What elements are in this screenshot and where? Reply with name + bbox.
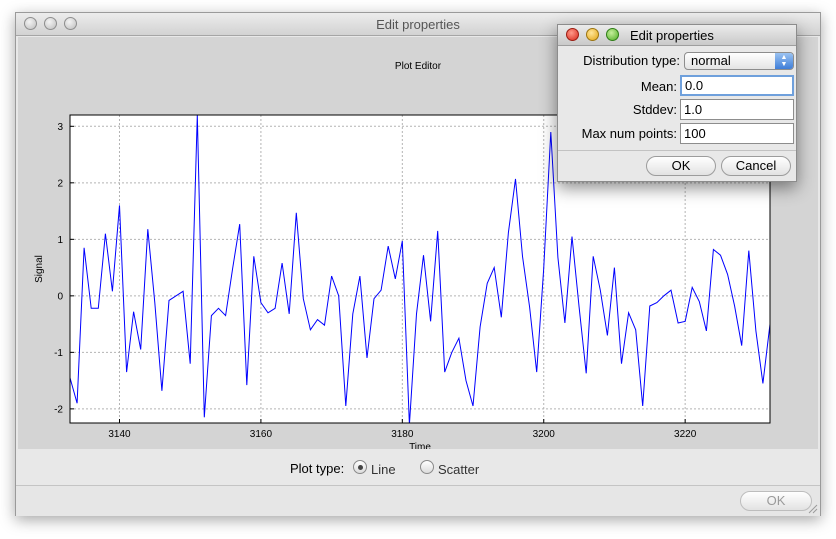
scatter-radio-label[interactable]: Scatter xyxy=(438,462,479,477)
radio-selected-dot xyxy=(358,465,363,470)
y-tick-label: -2 xyxy=(54,404,63,415)
plot-type-label: Plot type: xyxy=(290,461,345,476)
plot-type-row: Plot type: Line Scatter xyxy=(16,459,820,481)
mean-label: Mean: xyxy=(640,79,677,94)
edit-properties-dialog: Edit properties Distribution type: norma… xyxy=(557,24,797,182)
x-tick-label: 3220 xyxy=(674,429,697,440)
y-axis-label: Signal xyxy=(34,255,45,283)
zoom-icon[interactable] xyxy=(606,28,619,41)
x-tick-label: 3160 xyxy=(250,429,273,440)
dialog-titlebar[interactable]: Edit properties xyxy=(558,25,796,46)
scatter-radio[interactable] xyxy=(420,460,434,474)
stddev-label: Stddev: xyxy=(632,102,677,117)
x-axis-label: Time xyxy=(409,442,431,449)
mean-field[interactable]: 0.0 xyxy=(680,75,794,96)
dialog-title: Edit properties xyxy=(630,28,714,43)
x-tick-label: 3180 xyxy=(391,429,414,440)
max-num-points-label: Max num points: xyxy=(581,126,677,141)
stddev-field[interactable]: 1.0 xyxy=(680,99,794,120)
max-num-points-field[interactable]: 100 xyxy=(680,123,794,144)
minimize-icon[interactable] xyxy=(586,28,599,41)
y-tick-label: 1 xyxy=(57,235,63,246)
line-radio[interactable] xyxy=(353,460,367,474)
cancel-button[interactable]: Cancel xyxy=(721,156,791,176)
ok-button[interactable]: OK xyxy=(740,491,812,511)
bottom-bar: OK xyxy=(16,485,820,516)
y-tick-label: 2 xyxy=(57,178,63,189)
y-tick-label: 0 xyxy=(57,291,63,302)
select-arrows-icon: ▲ ▼ xyxy=(775,53,793,69)
y-tick-label: 3 xyxy=(57,122,63,133)
distribution-type-select[interactable]: normal ▲ ▼ xyxy=(684,52,794,70)
distribution-type-label: Distribution type: xyxy=(583,53,680,68)
y-tick-label: -1 xyxy=(54,348,63,359)
close-icon[interactable] xyxy=(566,28,579,41)
x-tick-label: 3140 xyxy=(108,429,131,440)
ok-button[interactable]: OK xyxy=(646,156,716,176)
distribution-type-value: normal xyxy=(691,53,731,68)
line-radio-label[interactable]: Line xyxy=(371,462,396,477)
x-tick-label: 3200 xyxy=(533,429,556,440)
dialog-separator xyxy=(558,150,796,151)
resize-grip-icon[interactable] xyxy=(808,504,818,514)
